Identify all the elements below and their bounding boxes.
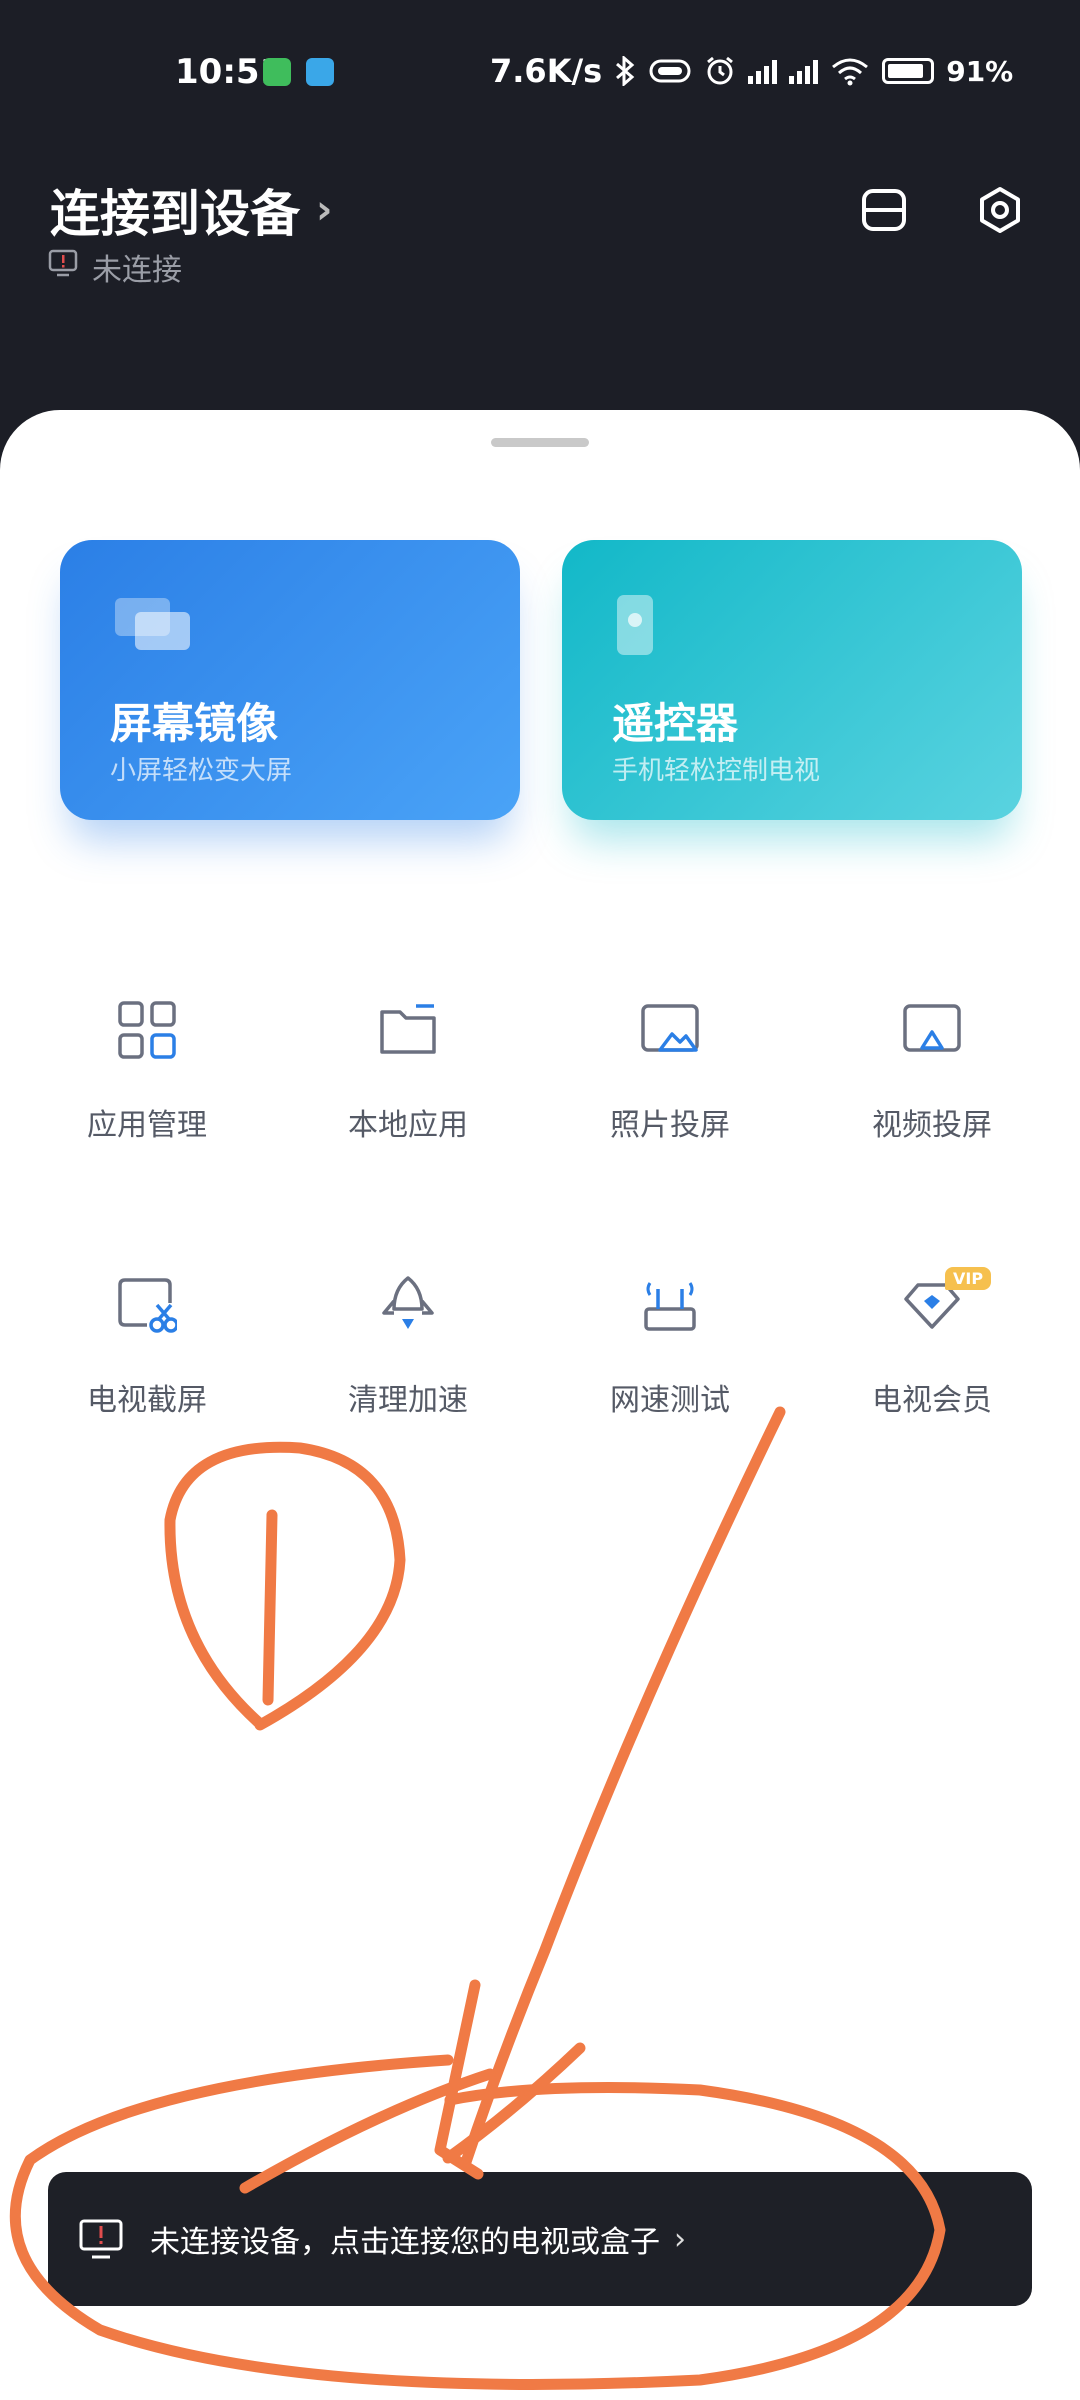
rocket-icon (378, 1275, 438, 1335)
alarm-icon (704, 55, 736, 87)
cell-signal-icon (748, 58, 778, 84)
connection-status: 未连接 (48, 245, 182, 289)
bluetooth-icon (614, 56, 636, 86)
header: 连接到设备 › 未连接 (0, 150, 1080, 410)
grid-label: 视频投屏 (872, 1108, 992, 1143)
connect-device-banner[interactable]: 未连接设备，点击连接您的电视或盒子 › (48, 2172, 1032, 2306)
grid-item-photo-cast[interactable]: 照片投屏 (535, 1000, 805, 1200)
grid-label: 电视会员 (872, 1383, 992, 1418)
router-icon (640, 1275, 700, 1335)
grid-label: 应用管理 (87, 1108, 207, 1143)
connect-device-title[interactable]: 连接到设备 › (50, 174, 332, 246)
scan-button[interactable] (852, 180, 916, 244)
cell-signal-icon (789, 58, 819, 84)
status-bar: 10:51 7.6K/s 91% (0, 0, 1080, 150)
battery-icon (882, 58, 935, 84)
connection-status-text: 未连接 (92, 253, 182, 288)
app-notification-icon (263, 58, 291, 86)
grid-label: 电视截屏 (87, 1383, 207, 1418)
chevron-right-icon: › (316, 187, 333, 233)
banner-message: 未连接设备，点击连接您的电视或盒子 (150, 2225, 660, 2260)
card-title: 屏幕镜像 (110, 699, 279, 748)
grid-label: 本地应用 (348, 1108, 468, 1143)
page-title: 连接到设备 (50, 185, 300, 243)
grid-item-tv-vip[interactable]: VIP 电视会员 (797, 1267, 1067, 1475)
card-title: 遥控器 (612, 699, 739, 748)
grid-item-tv-screenshot[interactable]: 电视截屏 (12, 1275, 282, 1475)
grid-item-video-cast[interactable]: 视频投屏 (797, 1000, 1067, 1200)
wifi-icon (830, 56, 870, 86)
drag-handle[interactable] (491, 438, 589, 447)
grid-item-app-management[interactable]: 应用管理 (12, 1000, 282, 1200)
chevron-right-icon: › (674, 2221, 686, 2257)
grid-label: 清理加速 (348, 1383, 468, 1418)
remote-icon (612, 590, 662, 664)
tv-alert-icon (48, 248, 78, 286)
settings-button[interactable] (968, 180, 1032, 244)
vibrate-icon (648, 58, 692, 84)
settings-hexagon-icon (975, 185, 1025, 239)
status-right: 7.6K/s 91% (490, 52, 1013, 90)
grid-item-speed-test[interactable]: 网速测试 (535, 1275, 805, 1475)
remote-control-card[interactable]: 遥控器 手机轻松控制电视 (562, 540, 1022, 820)
scan-icon (859, 185, 909, 239)
grid-item-local-apps[interactable]: 本地应用 (273, 1000, 543, 1200)
grid-label: 网速测试 (610, 1383, 730, 1418)
video-cast-icon (902, 1000, 962, 1060)
app-notification-icon (306, 58, 334, 86)
grid-item-clean-boost[interactable]: 清理加速 (273, 1275, 543, 1475)
main-sheet: 屏幕镜像 小屏轻松变大屏 遥控器 手机轻松控制电视 应用管理 本地应用 照片投屏… (0, 410, 1080, 2400)
tv-alert-icon (78, 2216, 124, 2262)
mirror-screens-icon (110, 590, 200, 664)
screen-mirror-card[interactable]: 屏幕镜像 小屏轻松变大屏 (60, 540, 520, 820)
net-speed: 7.6K/s (490, 52, 603, 90)
folder-icon (378, 1000, 438, 1060)
photo-cast-icon (640, 1000, 700, 1060)
card-subtitle: 手机轻松控制电视 (612, 756, 821, 786)
grid-label: 照片投屏 (610, 1108, 730, 1143)
card-subtitle: 小屏轻松变大屏 (110, 756, 293, 786)
battery-level: 91% (946, 54, 1014, 88)
vip-badge: VIP (945, 1267, 992, 1290)
screenshot-icon (117, 1275, 179, 1335)
apps-grid-icon (117, 1000, 177, 1060)
